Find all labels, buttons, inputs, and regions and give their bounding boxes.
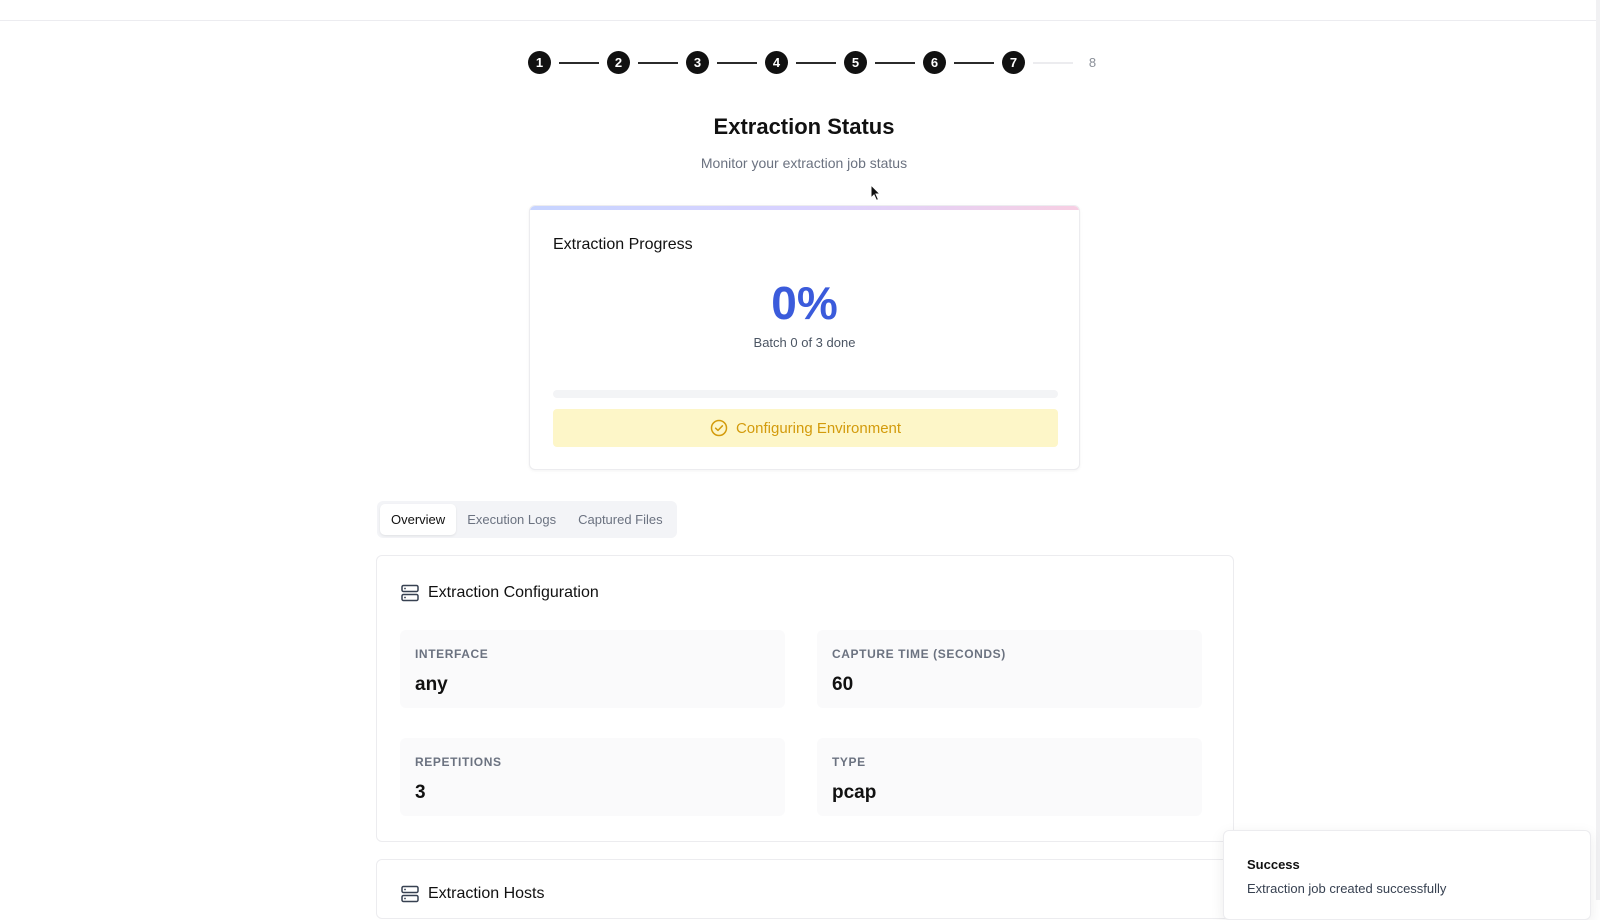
step-8: 8 — [1088, 55, 1097, 70]
step-5[interactable]: 5 — [844, 51, 867, 74]
extraction-progress-card: Extraction Progress 0% Batch 0 of 3 done… — [529, 205, 1080, 470]
page-subtitle: Monitor your extraction job status — [700, 155, 908, 171]
step-connector — [796, 61, 836, 64]
step-3[interactable]: 3 — [686, 51, 709, 74]
field-value: pcap — [832, 782, 877, 803]
status-banner-text: Configuring Environment — [735, 419, 902, 437]
tab-overview[interactable]: Overview — [380, 504, 457, 535]
card-accent-bar — [530, 206, 1079, 210]
step-connector — [638, 61, 678, 64]
field-capture-time: CAPTURE TIME (SECONDS) 60 — [817, 630, 1202, 708]
field-label: INTERFACE — [415, 647, 489, 661]
progress-bar — [553, 390, 1058, 398]
step-connector — [875, 61, 915, 64]
batch-status-text: Batch 0 of 3 done — [753, 335, 856, 350]
mouse-cursor-icon — [870, 184, 882, 202]
page-title: Extraction Status — [713, 114, 895, 139]
toast-message: Extraction job created successfully — [1247, 881, 1447, 896]
step-2[interactable]: 2 — [607, 51, 630, 74]
success-toast[interactable]: Success Extraction job created successfu… — [1223, 830, 1591, 920]
check-circle-icon — [710, 419, 728, 437]
extraction-hosts-card: Extraction Hosts — [376, 859, 1234, 919]
step-6[interactable]: 6 — [923, 51, 946, 74]
section-title: Extraction Hosts — [428, 885, 545, 902]
step-connector — [954, 61, 994, 64]
step-connector — [559, 61, 599, 64]
status-banner: Configuring Environment — [553, 409, 1058, 447]
step-connector — [1033, 61, 1073, 64]
tab-execution-logs[interactable]: Execution Logs — [456, 504, 567, 535]
step-4[interactable]: 4 — [765, 51, 788, 74]
field-label: REPETITIONS — [415, 755, 502, 769]
extraction-configuration-card: Extraction Configuration INTERFACE any C… — [376, 555, 1234, 842]
field-value: any — [415, 674, 448, 695]
tab-bar: Overview Execution Logs Captured Files — [377, 501, 677, 538]
field-label: CAPTURE TIME (SECONDS) — [832, 647, 1006, 661]
section-title: Extraction Configuration — [428, 584, 599, 601]
step-1[interactable]: 1 — [528, 51, 551, 74]
server-icon — [400, 583, 420, 603]
step-7[interactable]: 7 — [1002, 51, 1025, 74]
step-connector — [717, 61, 757, 64]
field-type: TYPE pcap — [817, 738, 1202, 816]
field-repetitions: REPETITIONS 3 — [400, 738, 785, 816]
step-indicator: 1 2 3 4 5 6 7 8 — [528, 51, 1104, 74]
progress-card-title: Extraction Progress — [553, 236, 693, 253]
progress-percent: 0% — [771, 277, 838, 329]
section-header: Extraction Configuration — [400, 583, 599, 603]
toast-title: Success — [1247, 857, 1300, 872]
tab-captured-files[interactable]: Captured Files — [567, 504, 674, 535]
section-header: Extraction Hosts — [400, 884, 544, 904]
server-icon — [400, 884, 420, 904]
field-interface: INTERFACE any — [400, 630, 785, 708]
field-value: 3 — [415, 782, 426, 803]
top-bar — [0, 0, 1600, 21]
field-value: 60 — [832, 674, 854, 695]
field-label: TYPE — [832, 755, 866, 769]
